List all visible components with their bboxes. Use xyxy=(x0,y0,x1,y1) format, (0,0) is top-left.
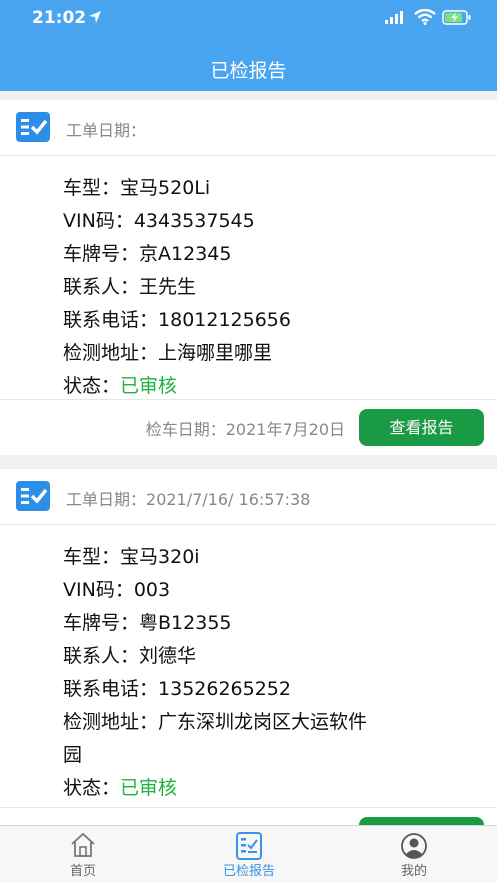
order-date: 工单日期：2021/7/16/ 16:57:38 xyxy=(66,490,311,509)
card-header: 工单日期： xyxy=(0,100,497,156)
status-row: 状态：已审核 xyxy=(63,777,178,799)
tab-home[interactable]: 首页 xyxy=(0,826,166,883)
cellular-signal-icon xyxy=(385,11,403,24)
checklist-icon xyxy=(16,481,50,511)
card-footer: 检车日期：2021年7月20日 查看报告 xyxy=(0,399,497,455)
car-model-row: 车型：宝马320i xyxy=(63,546,200,568)
phone-row: 联系电话：18012125656 xyxy=(63,309,291,331)
address-row: 检测地址：上海哪里哪里 xyxy=(63,342,273,364)
view-report-button[interactable]: 查看报告 xyxy=(359,409,484,446)
phone-row: 联系电话：13526265252 xyxy=(63,678,291,700)
contact-row: 联系人：王先生 xyxy=(63,276,197,298)
plate-row: 车牌号：京A12345 xyxy=(63,243,232,265)
user-icon xyxy=(401,833,427,859)
plate-row: 车牌号：粤B12355 xyxy=(63,612,232,634)
checklist-icon xyxy=(16,112,50,142)
status-badge: 已审核 xyxy=(120,777,178,799)
tab-label: 已检报告 xyxy=(222,864,275,879)
location-arrow-icon xyxy=(89,11,101,23)
vin-row: VIN码：003 xyxy=(63,579,171,601)
tab-label: 首页 xyxy=(69,864,96,879)
app-header: 21:02 已检报告 xyxy=(0,0,497,91)
view-report-button[interactable] xyxy=(359,817,484,825)
vin-row: VIN码：4343537545 xyxy=(63,210,255,232)
tab-label: 我的 xyxy=(400,864,427,879)
order-date: 工单日期： xyxy=(66,121,147,140)
tab-reports[interactable]: 已检报告 xyxy=(166,826,332,883)
report-card: 工单日期：2021/7/16/ 16:57:38 车型：宝马320i VIN码：… xyxy=(0,469,497,825)
contact-row: 联系人：刘德华 xyxy=(63,645,197,667)
address-row: 检测地址：广东深圳龙岗区大运软件 xyxy=(63,711,368,733)
card-footer xyxy=(0,807,497,825)
report-list[interactable]: 工单日期： 车型：宝马520Li VIN码：4343537545 车牌号：京A1… xyxy=(0,91,497,825)
status-time: 21:02 xyxy=(32,8,87,28)
page-title: 已检报告 xyxy=(210,60,287,82)
card-header: 工单日期：2021/7/16/ 16:57:38 xyxy=(0,469,497,525)
status-badge: 已审核 xyxy=(120,375,178,397)
address-row-continued: 园 xyxy=(63,744,83,766)
report-card: 工单日期： 车型：宝马520Li VIN码：4343537545 车牌号：京A1… xyxy=(0,100,497,455)
battery-charging-icon xyxy=(442,10,471,25)
status-bar: 21:02 xyxy=(0,0,497,40)
inspect-date: 检车日期：2021年7月20日 xyxy=(145,420,345,439)
tab-bar: 首页 已检报告 我的 xyxy=(0,825,497,883)
car-model-row: 车型：宝马520Li xyxy=(63,177,211,199)
report-icon xyxy=(236,832,262,860)
home-icon xyxy=(71,832,95,857)
status-row: 状态：已审核 xyxy=(63,375,178,397)
tab-mine[interactable]: 我的 xyxy=(331,826,497,883)
wifi-icon xyxy=(414,9,436,25)
